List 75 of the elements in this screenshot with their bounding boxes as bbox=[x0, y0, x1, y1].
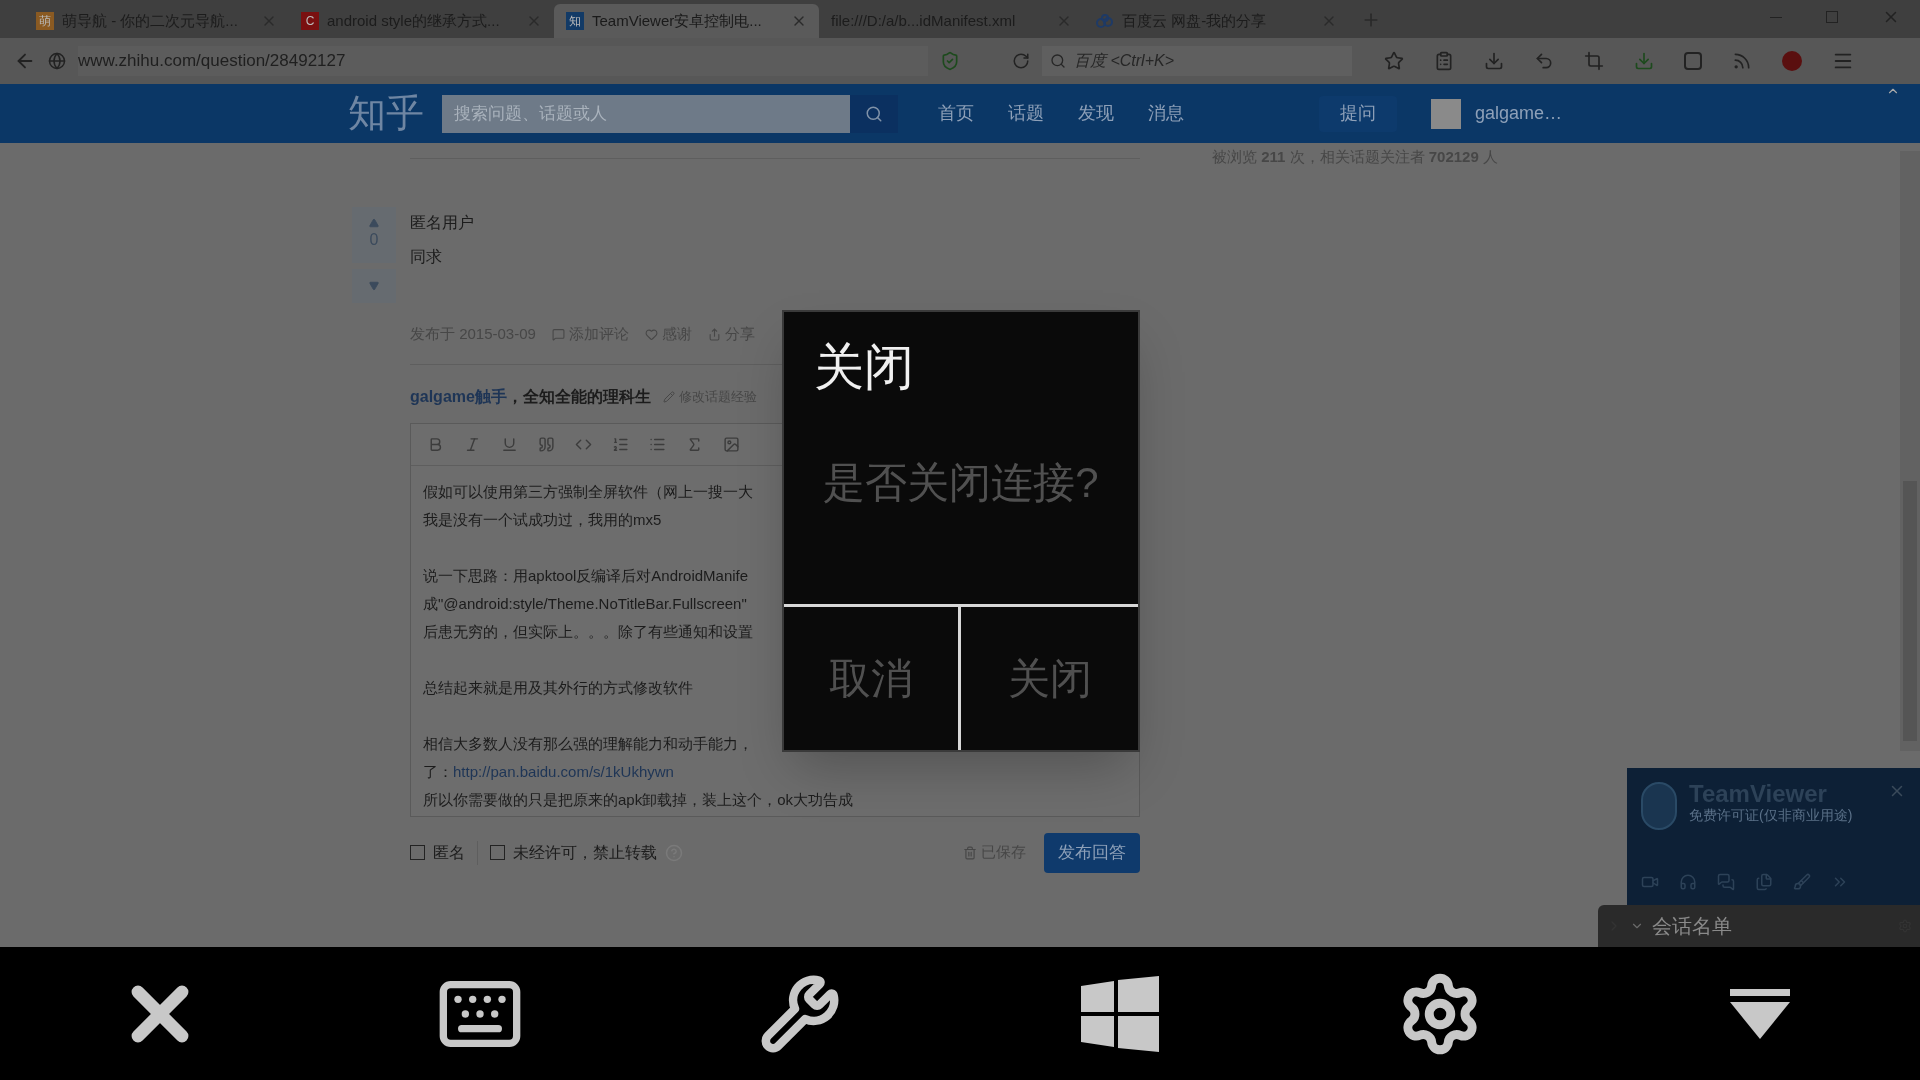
session-list-bar[interactable]: 会话名单 bbox=[1598, 905, 1920, 947]
option-checkbox[interactable]: 匿名 bbox=[410, 840, 465, 865]
session-list-title: 会话名单 bbox=[1652, 914, 1732, 939]
dialog-button[interactable]: 取消 bbox=[784, 607, 961, 750]
site-search-field[interactable]: 搜索问题、话题或人 bbox=[442, 94, 850, 133]
downvote-button[interactable] bbox=[352, 269, 396, 303]
nav-link[interactable]: 消息 bbox=[1148, 100, 1184, 127]
tab-favicon: C bbox=[301, 12, 319, 30]
heart-icon bbox=[644, 327, 658, 341]
tab-favicon: 知 bbox=[566, 12, 584, 30]
ask-button[interactable]: 提问 bbox=[1319, 95, 1397, 132]
tab-favicon: 萌 bbox=[36, 12, 54, 30]
editor-text-line: 所以你需要做的只是把原来的apk卸载掉，装上这个，ok大功告成 bbox=[423, 789, 854, 810]
italic-icon[interactable] bbox=[464, 435, 481, 453]
dialog-message: 是否关闭连接? bbox=[823, 462, 1099, 504]
rss-icon[interactable] bbox=[1732, 51, 1752, 71]
shield-icon[interactable] bbox=[940, 51, 960, 71]
answer-author: 匿名用户 bbox=[410, 213, 475, 233]
user-avatar[interactable] bbox=[1431, 98, 1461, 129]
up-arrow-icon bbox=[369, 218, 379, 228]
editor-text-line: 成"@android:style/Theme.NoTitleBar.Fullscreen" bbox=[423, 593, 747, 614]
search-field[interactable]: 百度 <Ctrl+K> bbox=[1042, 46, 1352, 76]
restore-icon[interactable] bbox=[1826, 11, 1838, 23]
nav-link[interactable]: 首页 bbox=[938, 100, 974, 127]
search-icon bbox=[865, 104, 883, 123]
license-text: 免费许可证(仅非商业用途) bbox=[1689, 806, 1854, 824]
download-to-screen-icon[interactable] bbox=[1634, 51, 1654, 71]
reload-icon[interactable] bbox=[1012, 52, 1030, 70]
option-checkbox[interactable]: 未经许可，禁止转载 bbox=[477, 840, 657, 865]
down-arrow-icon bbox=[369, 281, 379, 291]
collapse-icon[interactable] bbox=[1730, 988, 1790, 1039]
search-icon bbox=[1050, 53, 1066, 69]
editor-text-line: 相信大多数人没有那么强的理解能力和动手能力， bbox=[423, 733, 753, 754]
image-icon[interactable] bbox=[723, 435, 740, 453]
comment-icon bbox=[551, 327, 565, 341]
site-logo[interactable]: 知乎 bbox=[348, 85, 442, 142]
cloud-icon bbox=[1096, 14, 1114, 28]
answer-body: 同求 bbox=[410, 247, 443, 267]
composer-bio: ，全知全能的理科生 bbox=[506, 386, 651, 407]
underline-icon[interactable] bbox=[501, 435, 518, 453]
quote-icon[interactable] bbox=[538, 435, 555, 453]
globe-icon bbox=[48, 52, 66, 70]
dialog-title: 关闭 bbox=[814, 342, 915, 392]
extension-icon[interactable] bbox=[1684, 52, 1702, 70]
numbered-list-icon[interactable] bbox=[612, 435, 629, 453]
chat-icon[interactable] bbox=[1717, 873, 1735, 891]
headset-icon[interactable] bbox=[1679, 873, 1697, 891]
share-icon bbox=[707, 327, 721, 341]
nav-link[interactable]: 发现 bbox=[1078, 100, 1114, 127]
editor-text-line: 总结起来就是用及其外行的方式修改软件 bbox=[423, 677, 693, 698]
download-icon[interactable] bbox=[1484, 51, 1504, 71]
bookmark-icon[interactable] bbox=[1384, 51, 1404, 71]
composer-author-link[interactable]: galgame触手 bbox=[410, 384, 507, 409]
files-icon[interactable] bbox=[1755, 873, 1773, 891]
editor-text-line: 我是没有一个试成功过，我用的mx5 bbox=[423, 509, 662, 530]
download-link[interactable]: http://pan.baidu.com/s/1kUkhywn bbox=[453, 762, 674, 780]
submit-button[interactable]: 发布回答 bbox=[1044, 832, 1140, 873]
user-name[interactable]: galgame… bbox=[1475, 100, 1563, 127]
editor-text-line: 了：http://pan.baidu.com/s/1kUkhywn bbox=[423, 761, 674, 782]
nav-link[interactable]: 话题 bbox=[1008, 100, 1044, 127]
brush-icon[interactable] bbox=[1793, 873, 1811, 891]
pencil-icon bbox=[662, 390, 675, 403]
crop-icon[interactable] bbox=[1584, 51, 1604, 71]
editor-text-line: 说一下思路：用apktool反编译后对AndroidManife bbox=[423, 565, 749, 586]
windows-logo-icon[interactable] bbox=[1081, 975, 1159, 1052]
undo-icon[interactable] bbox=[1534, 51, 1554, 71]
browser-tab[interactable]: 知 TeamViewer安卓控制电... bbox=[554, 4, 819, 38]
clipboard-icon[interactable] bbox=[1434, 51, 1454, 71]
tab-title: TeamViewer安卓控制电... bbox=[592, 10, 763, 31]
trash-icon bbox=[963, 845, 977, 860]
dialog-button[interactable]: 关闭 bbox=[961, 607, 1138, 750]
editor-text-line: 假如可以使用第三方强制全屏软件（网上一搜一大 bbox=[423, 481, 753, 502]
address-bar[interactable]: www.zhihu.com/question/28492127 bbox=[78, 46, 928, 76]
editor-text-line: 后患无穷的，但实际上。。。除了有些通知和设置 bbox=[423, 621, 753, 642]
search-button[interactable] bbox=[850, 94, 898, 133]
